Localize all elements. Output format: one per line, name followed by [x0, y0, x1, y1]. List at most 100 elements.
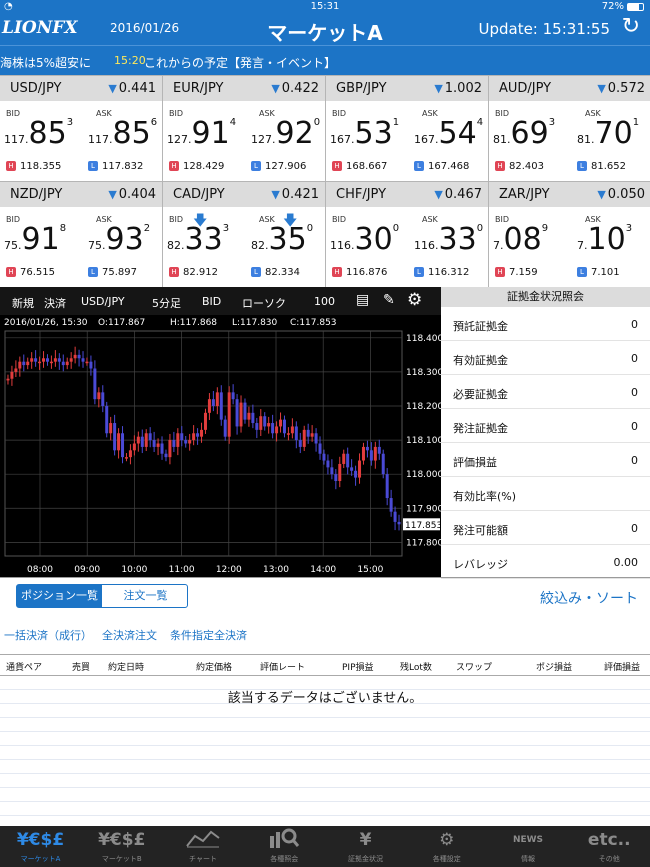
rate-tile[interactable]: ZAR/JPY ▼ 0.050 BID ASK 7.089 7.103 H 7.15… [489, 182, 650, 287]
candle-body [385, 474, 389, 499]
current-price-label: 117.853 [405, 521, 441, 531]
positions-tab[interactable]: ポジション一覧 [17, 585, 102, 607]
conditional-settle-link[interactable]: 条件指定全決済 [170, 627, 247, 643]
ask-price[interactable]: 167.544 [414, 116, 483, 156]
chart-open: O:117.867 [98, 318, 146, 328]
down-triangle-icon: ▼ [271, 188, 280, 201]
bid-price[interactable]: 7.089 [493, 222, 548, 262]
ask-price[interactable]: 75.932 [88, 222, 150, 262]
margin-row: 発注可能額 0 [441, 511, 650, 545]
refresh-icon[interactable]: ↻ [622, 14, 640, 39]
gear-wrench-icon: ⚙ [439, 830, 455, 850]
chart-period-select[interactable]: 5分足 [152, 295, 181, 311]
bid-price[interactable]: 75.918 [4, 222, 66, 262]
rate-tile[interactable]: USD/JPY ▼ 0.441 BID ASK 117.853 117.856 H… [0, 76, 162, 181]
settle-button[interactable]: 決済 [44, 295, 66, 311]
ticker-headline: 海株は5%超安に [0, 56, 92, 70]
chart-count-select[interactable]: 100 [314, 295, 335, 308]
candle-body [306, 429, 310, 437]
candle-body [203, 412, 207, 430]
chart-pair-select[interactable]: USD/JPY [81, 295, 125, 308]
column-header[interactable]: 約定価格 [196, 660, 232, 673]
column-header[interactable]: 通貨ペア [6, 660, 42, 673]
column-header[interactable]: 評価損益 [604, 660, 640, 673]
bid-price[interactable]: 167.531 [330, 116, 399, 156]
tab-4[interactable]: ¥ 証拠金状況 [325, 826, 406, 867]
margin-label: レバレッジ [453, 558, 508, 571]
rate-tile[interactable]: EUR/JPY ▼ 0.422 BID ASK 127.914 127.920 H… [163, 76, 325, 181]
bid-price[interactable]: 116.300 [330, 222, 399, 262]
column-header[interactable]: ポジ損益 [536, 660, 572, 673]
x-tick-label: 09:00 [74, 565, 100, 575]
bid-price[interactable]: 117.853 [4, 116, 73, 156]
bid-price[interactable]: 81.693 [493, 116, 555, 156]
bid-pips: 53 [354, 116, 393, 151]
column-header[interactable]: 残Lot数 [400, 660, 432, 673]
chart-list-icon[interactable]: ▤ [356, 292, 369, 308]
tab-5[interactable]: ⚙ 各種設定 [406, 826, 487, 867]
tab-2[interactable]: チャート [163, 826, 244, 867]
down-triangle-icon: ▼ [597, 82, 606, 95]
candle-body [310, 433, 314, 437]
change-value: ▼ 1.002 [434, 81, 482, 96]
pencil-icon[interactable]: ✎ [383, 292, 395, 308]
filter-sort-link[interactable]: 絞込み・ソート [540, 588, 638, 608]
bulk-settle-market-link[interactable]: 一括決済（成行） [4, 627, 92, 643]
tab-1[interactable]: ¥€$£ マーケットB [81, 826, 162, 867]
tab-0[interactable]: ¥€$£ マーケットA [0, 826, 81, 867]
low-badge-icon: L [414, 267, 424, 277]
rate-tile[interactable]: AUD/JPY ▼ 0.572 BID ASK 81.693 81.701 H 82… [489, 76, 650, 181]
column-header[interactable]: PIP損益 [342, 660, 374, 673]
ask-price[interactable]: 81.701 [577, 116, 639, 156]
column-header[interactable]: スワップ [456, 660, 492, 673]
ask-prefix: 116. [414, 239, 439, 252]
margin-value: 0 [631, 352, 638, 365]
candle-body [14, 368, 18, 372]
column-header[interactable]: 評価レート [260, 660, 305, 673]
currency-pair: CAD/JPY [173, 187, 225, 202]
y-tick-label: 117.800 [406, 538, 441, 548]
all-settle-order-link[interactable]: 全決済注文 [102, 627, 157, 643]
rate-tile[interactable]: CAD/JPY ▼ 0.421 BID ASK 82.333 82.350 🡇 🡇 … [163, 182, 325, 287]
bid-prefix: 82. [167, 239, 185, 252]
low-value: 127.906 [265, 161, 307, 172]
ask-price[interactable]: 117.856 [88, 116, 157, 156]
bid-price[interactable]: 127.914 [167, 116, 236, 156]
rate-tile[interactable]: CHF/JPY ▼ 0.467 BID ASK 116.300 116.330 H… [326, 182, 488, 287]
ask-price[interactable]: 116.330 [414, 222, 483, 262]
candle-body [263, 416, 267, 427]
ask-prefix: 7. [577, 239, 588, 252]
ask-price[interactable]: 127.920 [251, 116, 320, 156]
gear-icon[interactable]: ⚙ [407, 290, 422, 310]
bid-pips: 91 [21, 222, 60, 257]
bottom-tab-bar: ¥€$£ マーケットA ¥€$£ マーケットB チャート 各種照会 ¥ 証拠金状況 ⚙ 各種設定 N… [0, 826, 650, 867]
margin-row: 評価損益 0 [441, 443, 650, 477]
new-order-button[interactable]: 新規 [12, 295, 34, 311]
candle-body [251, 412, 255, 424]
news-ticker[interactable]: 海株は5%超安に 15:20 これからの予定【発言・イベント】 [0, 45, 650, 75]
chart-type-select[interactable]: ローソク [242, 295, 286, 311]
ask-pips: 92 [275, 116, 314, 151]
bid-prefix: 75. [4, 239, 22, 252]
orders-tab[interactable]: 注文一覧 [103, 585, 188, 607]
bid-prefix: 127. [167, 133, 192, 146]
candle-body [128, 450, 132, 458]
column-header[interactable]: 約定日時 [108, 660, 144, 673]
candlestick-chart[interactable]: 118.400 118.300 118.200 118.100 118.000 117.9… [0, 329, 441, 577]
column-header[interactable]: 売買 [72, 660, 90, 673]
x-tick-label: 15:00 [357, 565, 383, 575]
candle-body [267, 423, 271, 427]
ask-prefix: 127. [251, 133, 276, 146]
tab-6[interactable]: NEWS 情報 [488, 826, 569, 867]
bid-fraction: 0 [392, 223, 400, 234]
rate-tile[interactable]: NZD/JPY ▼ 0.404 BID ASK 75.918 75.932 H 76… [0, 182, 162, 287]
candle-body [69, 358, 73, 362]
low-price: L 117.832 [88, 161, 143, 172]
tab-3[interactable]: 各種照会 [244, 826, 325, 867]
ask-fraction: 4 [476, 117, 484, 128]
ask-price[interactable]: 7.103 [577, 222, 632, 262]
rate-tile[interactable]: GBP/JPY ▼ 1.002 BID ASK 167.531 167.544 H… [326, 76, 488, 181]
chart-side-select[interactable]: BID [202, 295, 221, 308]
tab-7[interactable]: etc.. その他 [569, 826, 650, 867]
candle-body [101, 392, 105, 406]
